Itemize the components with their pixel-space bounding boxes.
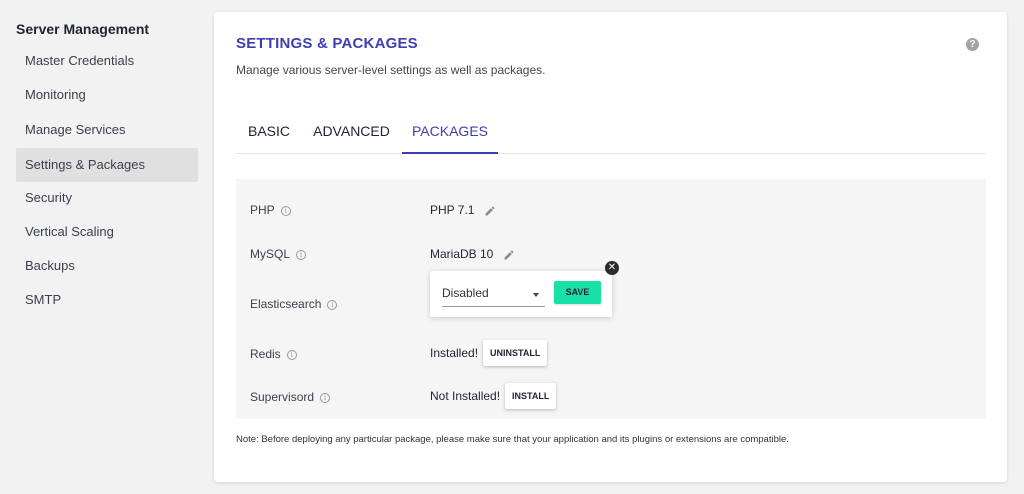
tab-basic[interactable]: BASIC <box>248 116 290 154</box>
sidebar-item-master-credentials[interactable]: Master Credentials <box>16 44 198 78</box>
php-label: PHP <box>250 203 275 217</box>
elasticsearch-selected-value: Disabled <box>442 286 489 300</box>
php-version: PHP 7.1 <box>430 203 475 217</box>
mysql-label: MySQL <box>250 247 291 261</box>
redis-value-row: Installed! UNINSTALL <box>430 340 548 366</box>
redis-label: Redis <box>250 347 281 361</box>
elasticsearch-label: Elasticsearch <box>250 297 322 311</box>
info-icon[interactable]: i <box>286 349 297 360</box>
tab-packages[interactable]: PACKAGES <box>402 116 498 154</box>
pencil-icon[interactable] <box>503 249 515 261</box>
info-icon[interactable]: i <box>280 205 291 216</box>
elasticsearch-select[interactable]: Disabled <box>442 281 545 307</box>
elasticsearch-row-label: Elasticsearch i <box>250 297 338 311</box>
settings-card: SETTINGS & PACKAGES Manage various serve… <box>214 12 1007 482</box>
close-icon[interactable]: ✕ <box>605 261 619 275</box>
php-row-label: PHP i <box>250 203 291 217</box>
compatibility-note: Note: Before deploying any particular pa… <box>236 434 789 445</box>
chevron-down-icon <box>533 293 539 297</box>
mysql-version: MariaDB 10 <box>430 247 494 261</box>
supervisord-row-label: Supervisord i <box>250 390 331 404</box>
sidebar-item-vertical-scaling[interactable]: Vertical Scaling <box>16 215 198 249</box>
tab-advanced[interactable]: ADVANCED <box>313 116 390 154</box>
sidebar-title: Server Management <box>16 21 150 37</box>
sidebar-item-security[interactable]: Security <box>16 181 198 215</box>
help-icon[interactable]: ? <box>966 38 979 51</box>
supervisord-status: Not Installed! <box>430 389 501 403</box>
redis-row-label: Redis i <box>250 347 297 361</box>
info-icon[interactable]: i <box>320 392 331 403</box>
mysql-value-row: MariaDB 10 <box>430 247 515 261</box>
supervisord-value-row: Not Installed! INSTALL <box>430 383 557 409</box>
packages-panel: PHP i PHP 7.1 MySQL i MariaDB 10 Elasticse… <box>236 179 986 419</box>
mysql-row-label: MySQL i <box>250 247 307 261</box>
install-button[interactable]: INSTALL <box>505 383 557 409</box>
elasticsearch-edit-popover: Disabled SAVE <box>430 271 612 317</box>
info-icon[interactable]: i <box>327 299 338 310</box>
sidebar-item-settings-packages[interactable]: Settings & Packages <box>16 148 198 182</box>
tab-bar: BASIC ADVANCED PACKAGES <box>236 116 986 154</box>
sidebar-item-backups[interactable]: Backups <box>16 249 198 283</box>
php-value-row: PHP 7.1 <box>430 203 496 217</box>
sidebar-item-smtp[interactable]: SMTP <box>16 283 198 317</box>
supervisord-label: Supervisord <box>250 390 315 404</box>
redis-status: Installed! <box>430 346 479 360</box>
save-button[interactable]: SAVE <box>554 281 601 304</box>
info-icon[interactable]: i <box>296 249 307 260</box>
pencil-icon[interactable] <box>484 205 496 217</box>
uninstall-button[interactable]: UNINSTALL <box>483 340 548 366</box>
sidebar: Server Management Master Credentials Mon… <box>0 0 205 494</box>
page-title: SETTINGS & PACKAGES <box>236 35 418 52</box>
sidebar-item-monitoring[interactable]: Monitoring <box>16 78 198 112</box>
page-subtitle: Manage various server-level settings as … <box>236 63 546 77</box>
sidebar-item-manage-services[interactable]: Manage Services <box>16 113 198 147</box>
